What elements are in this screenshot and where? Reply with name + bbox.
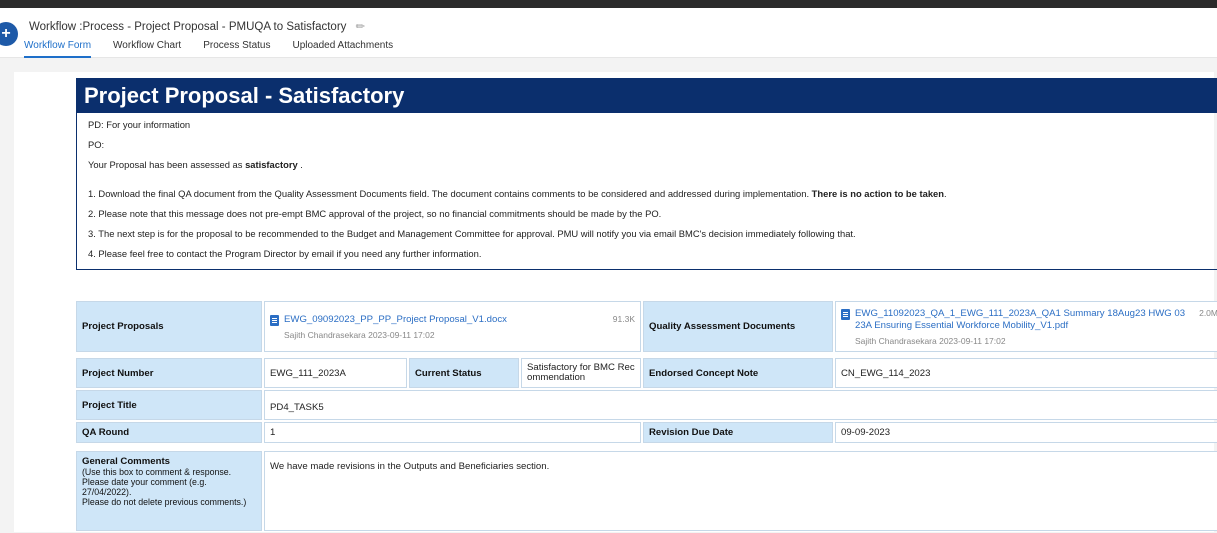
banner-title: Project Proposal - Satisfactory [77, 79, 1217, 113]
qa-documents-label: Quality Assessment Documents [643, 301, 833, 352]
instruction-2: 2. Please note that this message does no… [88, 208, 662, 219]
workflow-title-text: Workflow :Process - Project Proposal - P… [29, 21, 347, 33]
instruction-1-text: 1. Download the final QA document from t… [88, 188, 812, 199]
assessment-result: satisfactory [245, 159, 298, 170]
qa-file-size: 2.0M [1199, 307, 1217, 318]
project-proposals-field: EWG_09092023_PP_PP_Project Proposal_V1.d… [264, 301, 641, 352]
attachments-table: Project Proposals EWG_09092023_PP_PP_Pro… [74, 299, 1217, 354]
comments-hint-3: Please do not delete previous comments.) [82, 497, 247, 507]
project-proposals-label: Project Proposals [76, 301, 262, 352]
project-number-value: EWG_111_2023A [264, 358, 407, 388]
instruction-1: 1. Download the final QA document from t… [88, 188, 1212, 199]
tab-workflow-form[interactable]: Workflow Form [24, 40, 92, 58]
tab-workflow-chart[interactable]: Workflow Chart [113, 40, 181, 58]
revision-due-label: Revision Due Date [643, 422, 833, 443]
top-strip [0, 0, 1217, 8]
tab-bar: Workflow Form Workflow Chart Process Sta… [24, 40, 393, 58]
pencil-icon[interactable]: ✎ [352, 19, 368, 34]
concept-note-label: Endorsed Concept Note [643, 358, 833, 388]
po-line: PO: [88, 139, 105, 150]
document-icon [841, 308, 850, 320]
instruction-1-end: . [943, 188, 947, 199]
tab-uploaded-attachments[interactable]: Uploaded Attachments [292, 40, 393, 58]
instruction-4: 4. Please feel free to contact the Progr… [88, 248, 482, 259]
project-number-label: Project Number [76, 358, 262, 388]
instruction-3: 3. The next step is for the proposal to … [88, 228, 856, 239]
proposal-file-meta: Sajith Chandrasekara 2023-09-11 17:02 [284, 329, 435, 340]
assessment-line: Your Proposal has been assessed as satis… [88, 159, 1212, 170]
instruction-1-bold: There is no action to be taken [811, 188, 944, 199]
document-icon [270, 314, 279, 326]
qa-round-label: QA Round [76, 422, 262, 443]
project-title-value: PD4_TASK5 [264, 390, 1217, 420]
general-comments-label-cell: General Comments (Use this box to commen… [76, 451, 262, 531]
app-logo-icon[interactable]: + [0, 22, 18, 46]
current-status-label: Current Status [409, 358, 519, 388]
tab-process-status[interactable]: Process Status [203, 40, 270, 58]
message-banner: Project Proposal - Satisfactory PD: For … [76, 78, 1217, 270]
details-table: Project Number EWG_111_2023A Current Sta… [74, 356, 1217, 445]
qa-file-meta: Sajith Chandrasekara 2023-09-11 17:02 [855, 335, 1006, 346]
project-title-label: Project Title [76, 390, 262, 420]
workflow-header: + Workflow :Process - Project Proposal -… [0, 8, 1217, 58]
current-status-value: Satisfactory for BMC Rec ommendation [521, 358, 641, 388]
qa-documents-field: EWG_11092023_QA_1_EWG_111_2023A_QA1 Summ… [835, 301, 1217, 352]
workflow-title: Workflow :Process - Project Proposal - P… [29, 19, 368, 34]
assessment-suffix: . [297, 159, 303, 170]
revision-due-value: 09-09-2023 [835, 422, 1217, 443]
comments-hint-2: Please date your comment (e.g. 27/04/202… [82, 477, 207, 497]
banner-body: PD: For your information PO: Your Propos… [77, 113, 1217, 274]
proposal-file-size: 91.3K [612, 313, 635, 324]
proposal-file-link[interactable]: EWG_09092023_PP_PP_Project Proposal_V1.d… [284, 314, 507, 326]
qa-round-value: 1 [264, 422, 641, 443]
comments-table: General Comments (Use this box to commen… [74, 449, 1217, 533]
qa-file-link[interactable]: EWG_11092023_QA_1_EWG_111_2023A_QA1 Summ… [855, 308, 1188, 332]
assessment-prefix: Your Proposal has been assessed as [88, 159, 246, 170]
general-comments-textarea[interactable]: We have made revisions in the Outputs an… [264, 451, 1217, 531]
concept-note-value: CN_EWG_114_2023 [835, 358, 1217, 388]
pd-line: PD: For your information [88, 119, 191, 130]
form-page: Project Proposal - Satisfactory PD: For … [14, 72, 1217, 533]
comments-hint-1: (Use this box to comment & response. [82, 467, 232, 477]
general-comments-label: General Comments [82, 456, 170, 467]
